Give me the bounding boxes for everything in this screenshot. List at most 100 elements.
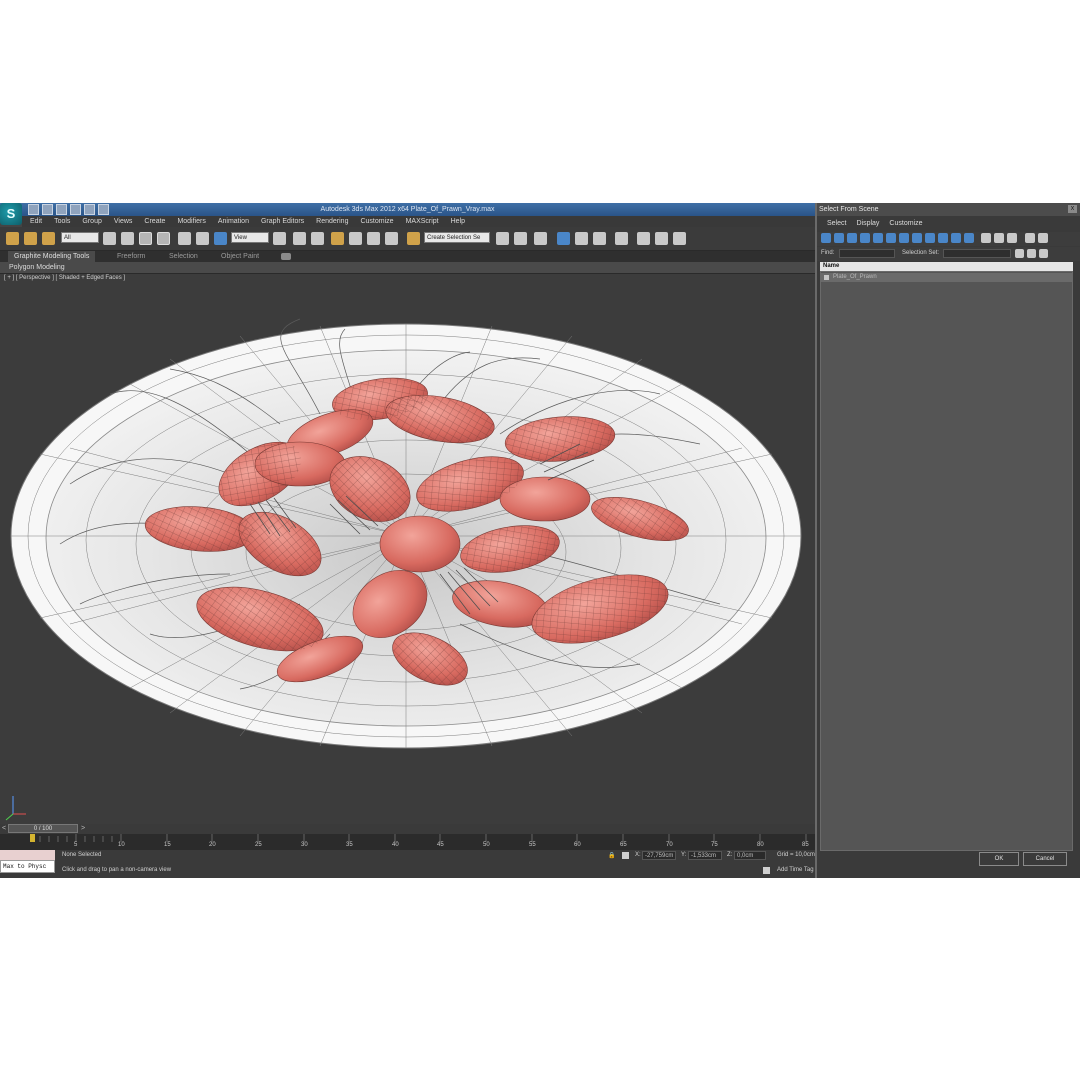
tab-graphite-modeling-tools[interactable]: Graphite Modeling Tools	[8, 251, 96, 262]
time-slider[interactable]: < 0 / 100 >	[0, 824, 815, 834]
display-bones-icon[interactable]	[925, 233, 935, 243]
display-geometry-icon[interactable]	[821, 233, 831, 243]
maxscript-mini-listener[interactable]: Max to Physc	[0, 860, 55, 873]
list-item[interactable]: Plate_Of_Prawn	[821, 273, 1072, 282]
display-lights-icon[interactable]	[847, 233, 857, 243]
maxscript-listener-output[interactable]	[0, 850, 55, 860]
undo-icon[interactable]	[70, 204, 81, 215]
unlink-selection-icon[interactable]	[24, 232, 37, 245]
menu-customize[interactable]: Customize	[360, 216, 393, 227]
lock-selection-icon[interactable]: 🔒	[608, 852, 615, 859]
select-and-link-icon[interactable]	[6, 232, 19, 245]
mirror-icon[interactable]	[496, 232, 509, 245]
display-hidden-icon[interactable]	[964, 233, 974, 243]
menu-maxscript[interactable]: MAXScript	[406, 216, 439, 227]
dialog-menu-customize[interactable]: Customize	[889, 216, 922, 231]
named-selection-sets-dropdown[interactable]: Create Selection Se	[424, 232, 490, 243]
time-next-arrow-icon[interactable]: >	[81, 824, 85, 834]
absolute-mode-transform-icon[interactable]	[622, 852, 629, 859]
align-icon[interactable]	[514, 232, 527, 245]
time-prev-arrow-icon[interactable]: <	[2, 824, 6, 834]
polygon-modeling-panel[interactable]: Polygon Modeling	[9, 262, 65, 273]
tab-object-paint[interactable]: Object Paint	[215, 251, 265, 262]
display-none-icon[interactable]	[994, 233, 1004, 243]
menu-animation[interactable]: Animation	[218, 216, 249, 227]
bind-to-space-warp-icon[interactable]	[42, 232, 55, 245]
x-coordinate-field[interactable]: -27,759cm	[642, 851, 676, 860]
menu-graph-editors[interactable]: Graph Editors	[261, 216, 304, 227]
render-setup-icon[interactable]	[637, 232, 650, 245]
spinner-snap-icon[interactable]	[385, 232, 398, 245]
display-helpers-icon[interactable]	[873, 233, 883, 243]
selection-filter-dropdown[interactable]: All	[61, 232, 99, 243]
display-groups-icon[interactable]	[899, 233, 909, 243]
select-object-icon[interactable]	[103, 232, 116, 245]
save-file-icon[interactable]	[56, 204, 67, 215]
selection-set-dropdown[interactable]	[943, 249, 1011, 258]
selection-set-edit-icon[interactable]	[1027, 249, 1036, 258]
use-pivot-center-icon[interactable]	[273, 232, 286, 245]
display-cameras-icon[interactable]	[860, 233, 870, 243]
snaps-toggle-icon[interactable]	[331, 232, 344, 245]
display-containers-icon[interactable]	[938, 233, 948, 243]
rendered-frame-window-icon[interactable]	[655, 232, 668, 245]
selection-set-remove-icon[interactable]	[1039, 249, 1048, 258]
select-and-scale-icon[interactable]	[214, 232, 227, 245]
curve-editor-icon[interactable]	[575, 232, 588, 245]
project-folder-icon[interactable]	[98, 204, 109, 215]
filter-icon[interactable]	[1025, 233, 1035, 243]
layer-manager-icon[interactable]	[534, 232, 547, 245]
dialog-menu-display[interactable]: Display	[856, 216, 879, 231]
ribbon-options-icon[interactable]	[281, 253, 291, 260]
schematic-view-icon[interactable]	[593, 232, 606, 245]
find-input[interactable]	[839, 249, 895, 258]
new-file-icon[interactable]	[28, 204, 39, 215]
y-coordinate-field[interactable]: -1,533cm	[688, 851, 722, 860]
menu-create[interactable]: Create	[144, 216, 165, 227]
menu-group[interactable]: Group	[82, 216, 101, 227]
keyboard-shortcut-override-icon[interactable]	[311, 232, 324, 245]
menu-views[interactable]: Views	[114, 216, 133, 227]
open-file-icon[interactable]	[42, 204, 53, 215]
menu-tools[interactable]: Tools	[54, 216, 70, 227]
display-xrefs-icon[interactable]	[912, 233, 922, 243]
graphite-modeling-tools-icon[interactable]	[557, 232, 570, 245]
z-coordinate-field[interactable]: 0,0cm	[734, 851, 766, 860]
time-slider-thumb[interactable]: 0 / 100	[8, 824, 78, 833]
edit-named-selection-icon[interactable]	[407, 232, 420, 245]
menu-modifiers[interactable]: Modifiers	[177, 216, 205, 227]
cancel-button[interactable]: Cancel	[1023, 852, 1067, 866]
select-and-manipulate-icon[interactable]	[293, 232, 306, 245]
select-and-move-icon[interactable]	[178, 232, 191, 245]
display-frozen-icon[interactable]	[951, 233, 961, 243]
menu-edit[interactable]: Edit	[30, 216, 42, 227]
reference-coordinate-dropdown[interactable]: View	[231, 232, 269, 243]
redo-icon[interactable]	[84, 204, 95, 215]
application-menu-logo-icon[interactable]: S	[0, 203, 22, 225]
angle-snap-icon[interactable]	[349, 232, 362, 245]
display-space-warps-icon[interactable]	[886, 233, 896, 243]
track-bar[interactable]: 5 10 15 20 25 30 35 40 45 50 55 60 65 70…	[0, 834, 815, 850]
scene-object-list[interactable]: Plate_Of_Prawn	[820, 271, 1073, 851]
render-production-icon[interactable]	[673, 232, 686, 245]
display-invert-icon[interactable]	[1007, 233, 1017, 243]
ok-button[interactable]: OK	[979, 852, 1019, 866]
perspective-viewport[interactable]: [ + ] [ Perspective ] [ Shaded + Edged F…	[0, 274, 815, 824]
filter-options-icon[interactable]	[1038, 233, 1048, 243]
list-column-header[interactable]: Name	[820, 262, 1073, 271]
tab-selection[interactable]: Selection	[163, 251, 204, 262]
add-time-tag[interactable]: Add Time Tag	[777, 867, 814, 873]
menu-rendering[interactable]: Rendering	[316, 216, 348, 227]
selection-set-add-icon[interactable]	[1015, 249, 1024, 258]
display-all-icon[interactable]	[981, 233, 991, 243]
menu-help[interactable]: Help	[451, 216, 465, 227]
dialog-menu-select[interactable]: Select	[827, 216, 846, 231]
close-icon[interactable]: x	[1068, 205, 1077, 213]
tab-freeform[interactable]: Freeform	[111, 251, 151, 262]
display-shapes-icon[interactable]	[834, 233, 844, 243]
rectangular-selection-icon[interactable]	[139, 232, 152, 245]
select-and-rotate-icon[interactable]	[196, 232, 209, 245]
window-crossing-icon[interactable]	[157, 232, 170, 245]
percent-snap-icon[interactable]	[367, 232, 380, 245]
time-tag-icon[interactable]	[763, 867, 770, 874]
